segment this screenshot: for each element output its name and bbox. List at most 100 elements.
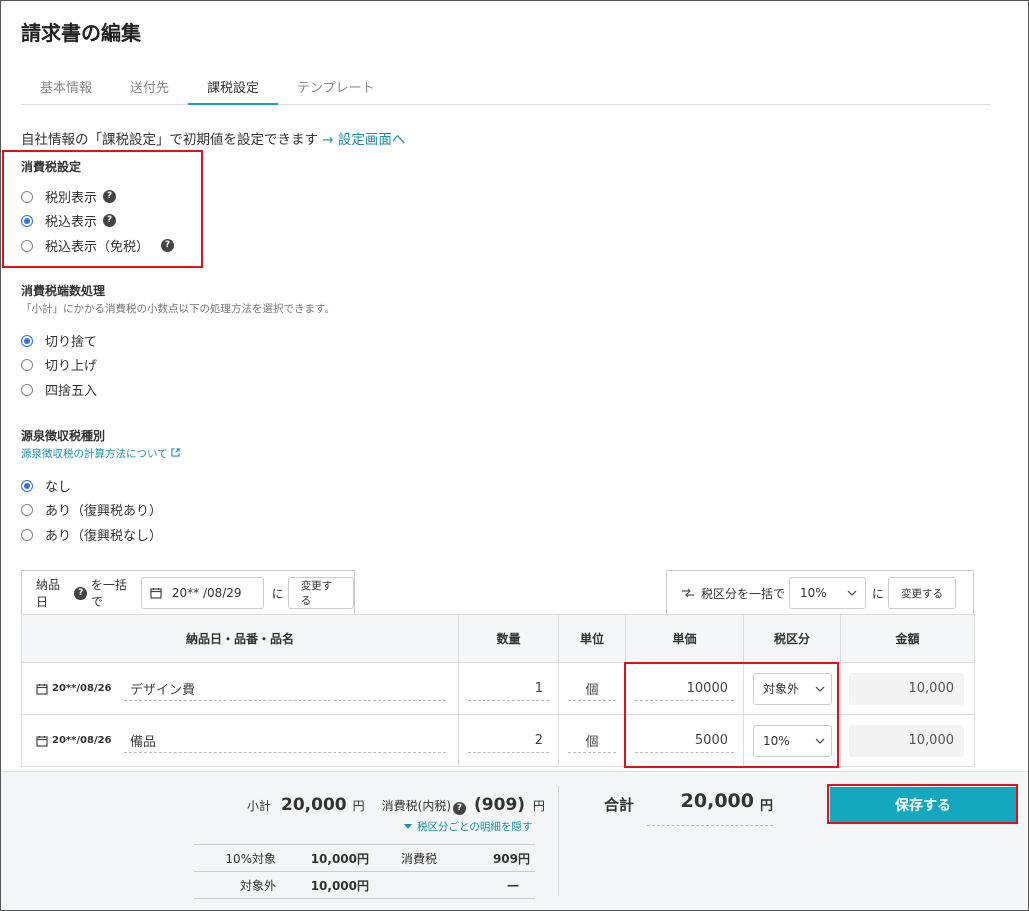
table-row: 20**/08/26 備品 2 個 5000 10% 10,000 <box>21 714 975 767</box>
withholding-calc-link[interactable]: 源泉徴収税の計算方法について <box>21 446 180 461</box>
quantity-cell: 1 <box>458 662 559 715</box>
item-name-input[interactable]: デザイン費 <box>124 677 446 701</box>
radio-withholding-with-reconstruction[interactable]: あり（復興税あり） <box>21 500 162 519</box>
item-date[interactable]: 20**/08/26 <box>52 683 124 694</box>
unit-cell: 個 <box>558 662 626 715</box>
bulk-date-particle: に <box>271 586 284 601</box>
tab-basic-info[interactable]: 基本情報 <box>21 67 111 105</box>
total-value: 20,000 <box>680 790 754 812</box>
radio-button[interactable] <box>21 239 33 252</box>
amount-value: 10,000 <box>849 724 964 757</box>
header-unit: 単位 <box>558 614 626 663</box>
header-unit-price: 単価 <box>625 614 744 663</box>
radio-round-half[interactable]: 四捨五入 <box>21 380 97 399</box>
amount-cell: 10,000 <box>840 662 975 715</box>
radio-label: なし <box>45 480 72 495</box>
bulk-tax-value: 10% <box>800 586 827 600</box>
radio-tax-inclusive[interactable]: 税込表示 ? <box>21 211 117 230</box>
radio-withholding-none[interactable]: なし <box>21 476 71 495</box>
withholding-title: 源泉徴収税種別 <box>21 429 106 443</box>
bulk-tax-toolbar: 税区分を一括で 10% に 変更する <box>666 570 974 615</box>
breakdown-row: 10%対象 10,000円 消費税 909円 <box>194 845 535 872</box>
subtotal-label: 小計 <box>247 799 272 813</box>
tax-category-select[interactable]: 10% <box>753 724 832 757</box>
unit-input[interactable]: 個 <box>568 729 616 753</box>
radio-label: あり（復興税なし） <box>45 529 163 544</box>
radio-button[interactable] <box>21 528 33 541</box>
radio-label: 切り捨て <box>45 335 98 350</box>
save-button[interactable]: 保存する <box>830 787 1016 822</box>
help-icon[interactable]: ? <box>103 190 117 203</box>
item-date[interactable]: 20**/08/26 <box>52 735 124 746</box>
external-link-icon <box>171 448 180 457</box>
item-cell: 20**/08/26 備品 <box>21 714 459 767</box>
radio-button[interactable] <box>21 383 33 396</box>
tax-category-cell: 10% <box>743 714 841 767</box>
tax-category-value: 10% <box>763 733 790 748</box>
table-header-row: 納品日・品番・品名 数量 単位 単価 税区分 金額 <box>21 614 975 663</box>
chevron-down-icon <box>815 686 825 692</box>
page-title: 請求書の編集 <box>21 21 141 45</box>
calendar-icon[interactable] <box>36 683 48 695</box>
radio-button[interactable] <box>21 358 33 371</box>
table-row: 20**/08/26 デザイン費 1 個 10000 対象外 10,000 <box>21 662 975 715</box>
radio-tax-inclusive-exempt[interactable]: 税込表示（免税） ? <box>21 236 175 255</box>
rounding-title: 消費税端数処理 <box>21 284 106 298</box>
unit-input[interactable]: 個 <box>568 677 616 701</box>
bulk-date-suffix: を一括で <box>90 578 127 609</box>
radio-button-checked[interactable] <box>21 334 33 347</box>
unit-price-input[interactable]: 10000 <box>635 677 734 701</box>
chevron-down-icon <box>815 738 825 744</box>
header-amount: 金額 <box>840 614 975 663</box>
radio-tax-exclusive[interactable]: 税別表示 ? <box>21 187 117 206</box>
unit-price-cell: 10000 <box>625 662 744 715</box>
breakdown-tax-amount: 909円 <box>492 851 530 866</box>
radio-round-down[interactable]: 切り捨て <box>21 331 97 350</box>
bulk-tax-particle: に <box>872 586 885 601</box>
radio-button-checked[interactable] <box>21 214 33 227</box>
bulk-date-change-button[interactable]: 変更する <box>287 577 354 609</box>
bulk-tax-change-button[interactable]: 変更する <box>888 577 957 609</box>
toggle-breakdown-link[interactable]: 税区分ごとの明細を隠す <box>404 819 532 834</box>
radio-label: 切り上げ <box>45 359 98 374</box>
breakdown-label: 10%対象 <box>225 851 276 866</box>
tab-tax-settings[interactable]: 課税設定 <box>188 67 279 105</box>
amount-cell: 10,000 <box>840 714 975 767</box>
tax-category-select[interactable]: 対象外 <box>753 672 832 705</box>
bulk-tax-select[interactable]: 10% <box>789 577 867 609</box>
quantity-cell: 2 <box>458 714 559 767</box>
subtotal-line: 小計 20,000 円 消費税(内税) ? (909) 円 <box>247 795 545 815</box>
bulk-date-value: 20** /08/29 <box>171 586 242 600</box>
tax-setting-title: 消費税設定 <box>21 160 82 174</box>
help-icon[interactable]: ? <box>161 239 175 252</box>
quantity-input[interactable]: 2 <box>468 729 549 753</box>
radio-label: あり（復興税あり） <box>45 504 163 519</box>
swap-arrows-icon <box>682 588 694 598</box>
radio-label: 税込表示（免税） <box>45 240 150 255</box>
unit-price-input[interactable]: 5000 <box>635 729 734 753</box>
radio-round-up[interactable]: 切り上げ <box>21 355 97 374</box>
radio-button[interactable] <box>21 503 33 516</box>
tab-template[interactable]: テンプレート <box>278 67 394 105</box>
calendar-icon[interactable] <box>36 735 48 747</box>
radio-button-checked[interactable] <box>21 479 33 492</box>
radio-label: 税込表示 <box>45 215 98 230</box>
breakdown-tax-label: 消費税 <box>400 851 437 866</box>
bulk-date-input[interactable]: 20** /08/29 <box>140 577 264 609</box>
settings-page-link[interactable]: → 設定画面へ <box>322 132 405 148</box>
subtotal-value: 20,000 <box>281 795 347 815</box>
radio-withholding-without-reconstruction[interactable]: あり（復興税なし） <box>21 525 162 544</box>
total-value-box: 20,000 円 <box>647 790 773 826</box>
chevron-down-icon <box>847 590 857 596</box>
help-icon[interactable]: ? <box>74 586 87 600</box>
radio-button[interactable] <box>21 190 33 203</box>
help-icon[interactable]: ? <box>103 214 117 227</box>
help-icon[interactable]: ? <box>453 802 467 815</box>
tax-label: 消費税(内税) <box>381 799 452 813</box>
tab-recipient[interactable]: 送付先 <box>111 67 188 105</box>
toggle-breakdown-label: 税区分ごとの明細を隠す <box>417 821 533 833</box>
total-label: 合計 <box>604 796 635 814</box>
bulk-date-toolbar: 納品日 ? を一括で 20** /08/29 に 変更する <box>21 570 355 615</box>
quantity-input[interactable]: 1 <box>468 677 549 701</box>
item-name-input[interactable]: 備品 <box>124 729 446 753</box>
